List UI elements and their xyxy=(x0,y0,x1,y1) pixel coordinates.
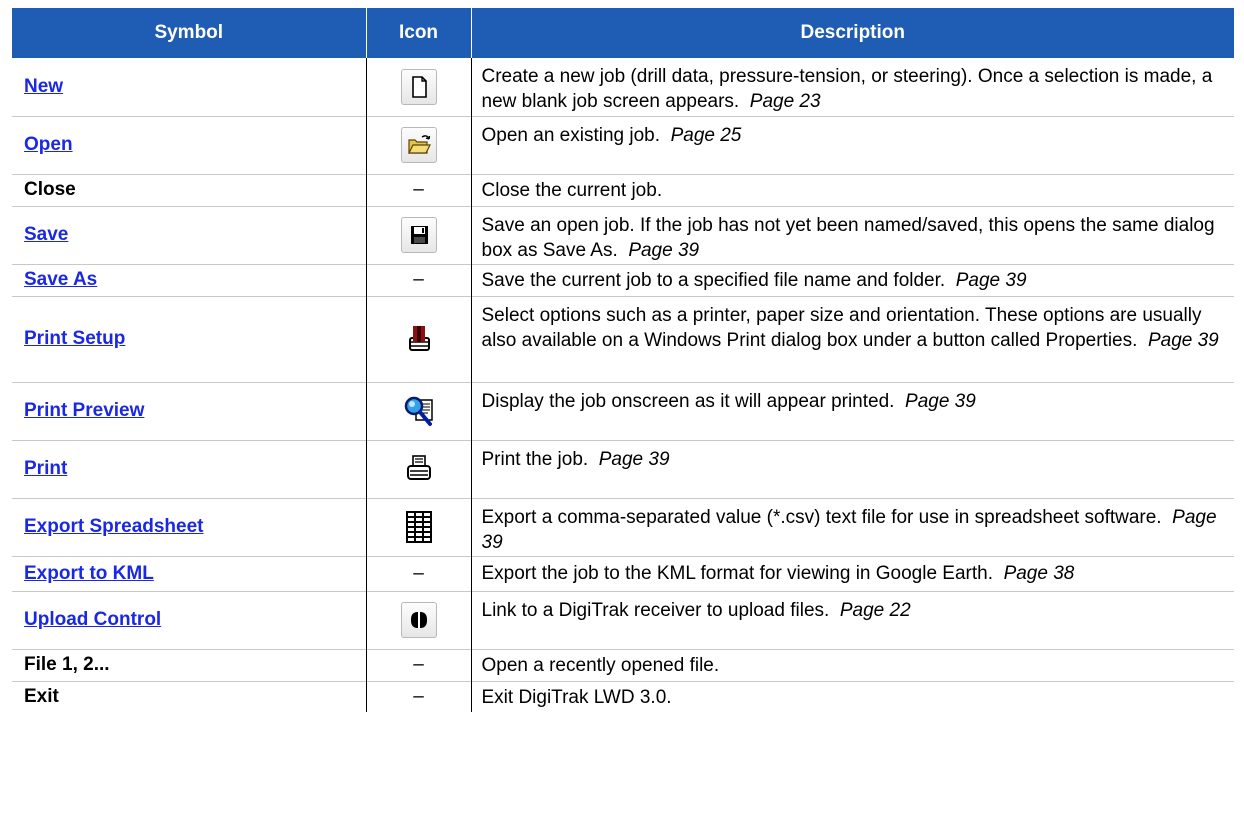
header-description: Description xyxy=(470,8,1234,58)
table-row: Export Spreadsheet Export a comma-separa… xyxy=(12,498,1234,556)
printer-icon xyxy=(406,455,431,480)
table-row: Print Setup Select options such as a pri… xyxy=(12,296,1234,382)
spreadsheet-icon xyxy=(405,511,432,543)
no-icon-dash: – xyxy=(413,269,424,290)
table-row: Save As – Save the current job to a spec… xyxy=(12,264,1234,296)
table-row: Upload Control Link to a DigiTrak receiv… xyxy=(12,591,1234,649)
print-preview-icon xyxy=(404,396,433,426)
open-link[interactable]: Open xyxy=(24,134,73,155)
page-reference: Page 38 xyxy=(1003,562,1075,584)
new-link[interactable]: New xyxy=(24,76,63,97)
table-header-row: Symbol Icon Description xyxy=(12,8,1234,58)
export-spreadsheet-link[interactable]: Export Spreadsheet xyxy=(24,516,204,537)
printer-setup-icon xyxy=(408,326,430,351)
upload-control-link[interactable]: Upload Control xyxy=(24,609,161,630)
description-text: Save an open job. If the job has not yet… xyxy=(481,214,1215,261)
table-row: Save Save an open job. If the job has no… xyxy=(12,206,1234,264)
page-reference: Page 22 xyxy=(839,599,911,621)
close-label: Close xyxy=(24,179,76,200)
table-row: Open Open an existing job. Page 25 xyxy=(12,116,1234,174)
page-reference: Page 39 xyxy=(905,390,976,412)
page-reference: Page 25 xyxy=(670,124,742,146)
file-menu-table: Symbol Icon Description New Create a new… xyxy=(12,8,1234,712)
description-text: Open an existing job. xyxy=(481,124,661,146)
page-reference: Page 39 xyxy=(955,269,1027,291)
table-row: Export to KML – Export the job to the KM… xyxy=(12,556,1234,591)
no-icon-dash: – xyxy=(413,654,424,675)
print-preview-link[interactable]: Print Preview xyxy=(24,400,144,421)
description-text: Exit DigiTrak LWD 3.0. xyxy=(481,686,672,708)
no-icon-dash: – xyxy=(413,562,424,584)
description-text: Display the job onscreen as it will appe… xyxy=(481,390,895,412)
new-document-icon xyxy=(400,68,437,105)
save-as-link[interactable]: Save As xyxy=(24,269,97,290)
save-link[interactable]: Save xyxy=(24,224,68,245)
export-kml-link[interactable]: Export to KML xyxy=(24,563,154,584)
description-text: Print the job. xyxy=(481,448,589,470)
page-reference: Page 39 xyxy=(1147,329,1219,351)
header-icon: Icon xyxy=(365,8,471,58)
description-text: Select options such as a printer, paper … xyxy=(481,304,1202,351)
table-row: File 1, 2... – Open a recently opened fi… xyxy=(12,649,1234,681)
exit-label: Exit xyxy=(24,685,59,707)
page-reference: Page 23 xyxy=(749,91,821,112)
no-icon-dash: – xyxy=(413,179,424,200)
recent-files-label: File 1, 2... xyxy=(24,654,110,675)
table-row: Exit – Exit DigiTrak LWD 3.0. xyxy=(12,681,1234,712)
description-text: Save the current job to a specified file… xyxy=(481,269,946,291)
description-text: Link to a DigiTrak receiver to upload fi… xyxy=(481,599,830,621)
table-row: Print Print the job. Page 39 xyxy=(12,440,1234,498)
description-text: Export the job to the KML format for vie… xyxy=(481,562,994,584)
table-row: Close – Close the current job. xyxy=(12,174,1234,206)
description-text: Open a recently opened file. xyxy=(481,654,720,676)
description-text: Export a comma-separated value (*.csv) t… xyxy=(481,506,1162,528)
description-text: Create a new job (drill data, pressure-t… xyxy=(481,66,1213,112)
header-symbol: Symbol xyxy=(12,8,366,58)
no-icon-dash: – xyxy=(413,685,424,707)
description-text: Close the current job. xyxy=(481,179,663,201)
floppy-disk-icon xyxy=(400,217,437,253)
table-row: New Create a new job (drill data, pressu… xyxy=(12,58,1234,116)
table-row: Print Preview Display the job onscreen a… xyxy=(12,382,1234,440)
page-reference: Page 39 xyxy=(628,239,700,261)
print-setup-link[interactable]: Print Setup xyxy=(24,328,125,349)
open-folder-icon xyxy=(400,127,437,163)
upload-link-icon xyxy=(400,602,437,638)
page-reference: Page 39 xyxy=(598,448,670,470)
print-link[interactable]: Print xyxy=(24,458,67,479)
